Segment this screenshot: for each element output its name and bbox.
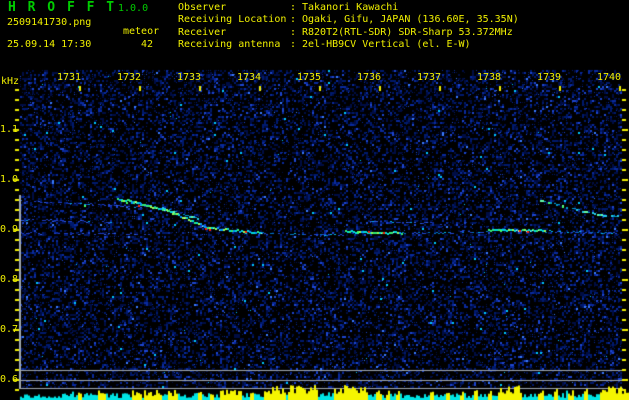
station-row-label: Receiving antenna [178,39,281,51]
station-row-colon: : [290,39,297,51]
station-row: Receiver: R820T2(RTL-SDR) SDR-Sharp 53.37… [178,27,519,39]
station-row-label: Observer [178,2,227,13]
station-row-value: Ogaki, Gifu, JAPAN (136.60E, 35.35N) [302,14,519,26]
time-tick-label: 1739 [536,72,562,83]
station-row-colon: : [290,26,297,38]
freq-tick-label: 0.9 [0,224,19,235]
time-tick-label: 1740 [596,72,622,83]
time-tick-label: 1737 [416,72,442,83]
station-info: Observer: Takanori Kawachi Receiving Locat… [178,2,519,52]
time-tick-label: 1738 [476,72,502,83]
freq-tick-label: 0.7 [0,324,19,335]
time-tick-label: 1732 [116,72,142,83]
station-row: Receiving Location: Ogaki, Gifu, JAPAN (1… [178,14,519,26]
station-row-colon: : [290,14,297,26]
datetime-label: 25.09.14 17:30 [7,39,92,50]
echo-count: 42 [141,39,154,50]
freq-tick-label: 0.6 [0,374,19,385]
station-row-value: 2el-HB9CV Vertical (el. E-W) [302,39,471,51]
time-tick-label: 1736 [356,72,382,83]
freq-tick-label: 1.0 [0,174,19,185]
station-row-colon: : [290,2,297,13]
station-row-label: Receiving Location [178,14,287,26]
mode-label: meteor [123,26,160,37]
station-row-value: Takanori Kawachi [302,2,399,13]
time-tick-label: 1734 [236,72,262,83]
freq-tick-label: 1.1 [0,124,19,135]
station-row: Observer: Takanori Kawachi [178,2,519,14]
time-tick-label: 1731 [56,72,82,83]
time-tick-label: 1735 [296,72,322,83]
app-version: 1.0.0 [118,3,149,14]
station-row-label: Receiver [178,26,227,38]
time-tick-label: 1733 [176,72,202,83]
spectrogram-canvas [0,0,629,400]
station-row-value: R820T2(RTL-SDR) SDR-Sharp 53.372MHz [302,26,513,38]
output-filename: 2509141730.png [7,17,92,28]
app-title: H R O F F T [8,0,117,15]
freq-axis-unit: kHz [1,76,20,87]
station-row: Receiving antenna:2el-HB9CV Vertical (el… [178,39,519,51]
hrofft-output-image: H R O F F T 1.0.0 2509141730.png meteor … [0,0,629,400]
freq-tick-label: 0.8 [0,274,19,285]
